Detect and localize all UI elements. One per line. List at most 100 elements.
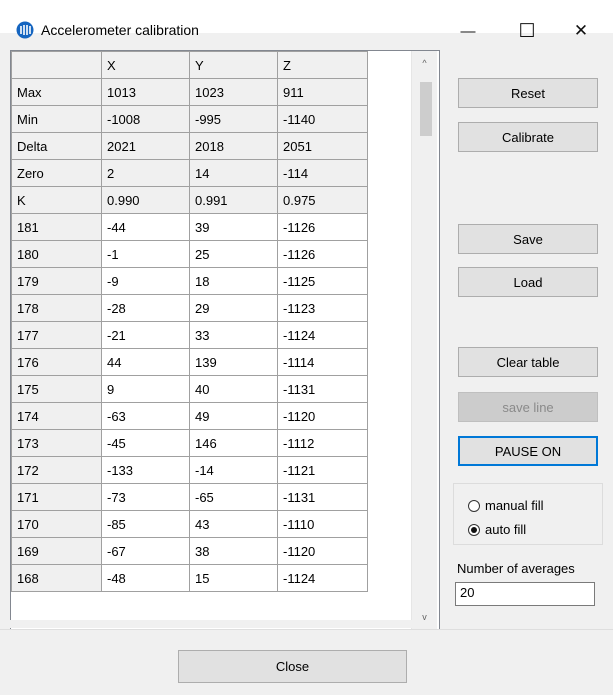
grid-cell[interactable]: 43 bbox=[189, 510, 278, 538]
load-button[interactable]: Load bbox=[458, 267, 598, 297]
grid-cell[interactable]: -14 bbox=[189, 456, 278, 484]
row-header[interactable]: 168 bbox=[11, 564, 102, 592]
row-header[interactable]: 169 bbox=[11, 537, 102, 565]
grid-cell[interactable]: -9 bbox=[101, 267, 190, 295]
row-header[interactable]: 175 bbox=[11, 375, 102, 403]
grid-cell[interactable]: -28 bbox=[101, 294, 190, 322]
grid-cell[interactable]: 18 bbox=[189, 267, 278, 295]
grid-cell[interactable]: 25 bbox=[189, 240, 278, 268]
grid-cell[interactable]: -1 bbox=[101, 240, 190, 268]
calibration-grid[interactable]: X Y Z Max 1013 1023 911 Min -1008 -995 -1140 Delta 2… bbox=[10, 50, 440, 630]
grid-cell[interactable]: 2021 bbox=[101, 132, 190, 160]
row-header[interactable]: 181 bbox=[11, 213, 102, 241]
grid-cell[interactable]: -1124 bbox=[277, 564, 368, 592]
grid-cell[interactable]: 14 bbox=[189, 159, 278, 187]
grid-cell[interactable]: -133 bbox=[101, 456, 190, 484]
grid-cell[interactable]: 1023 bbox=[189, 78, 278, 106]
grid-cell[interactable]: -1008 bbox=[101, 105, 190, 133]
row-header[interactable]: 180 bbox=[11, 240, 102, 268]
grid-cell[interactable]: 29 bbox=[189, 294, 278, 322]
vertical-scrollbar[interactable]: ^ v bbox=[411, 51, 437, 629]
column-header[interactable]: X bbox=[101, 51, 190, 79]
grid-cell[interactable]: -65 bbox=[189, 483, 278, 511]
manual-fill-radio[interactable] bbox=[468, 499, 480, 512]
grid-cell[interactable]: 39 bbox=[189, 213, 278, 241]
row-header[interactable]: Max bbox=[11, 78, 102, 106]
auto-fill-option[interactable]: auto fill bbox=[468, 522, 526, 537]
grid-cell[interactable]: -114 bbox=[277, 159, 368, 187]
grid-cell[interactable]: -45 bbox=[101, 429, 190, 457]
grid-cell[interactable]: -63 bbox=[101, 402, 190, 430]
grid-cell[interactable]: -44 bbox=[101, 213, 190, 241]
grid-cell[interactable]: -1126 bbox=[277, 240, 368, 268]
grid-cell[interactable]: 9 bbox=[101, 375, 190, 403]
column-header[interactable]: Y bbox=[189, 51, 278, 79]
grid-cell[interactable]: 33 bbox=[189, 321, 278, 349]
grid-cell[interactable]: 38 bbox=[189, 537, 278, 565]
grid-cell[interactable]: -1123 bbox=[277, 294, 368, 322]
grid-cell[interactable]: -1126 bbox=[277, 213, 368, 241]
grid-cell[interactable]: -1125 bbox=[277, 267, 368, 295]
scroll-thumb[interactable] bbox=[420, 82, 432, 136]
row-header[interactable]: 176 bbox=[11, 348, 102, 376]
grid-cell[interactable]: -1110 bbox=[277, 510, 368, 538]
clear-table-button[interactable]: Clear table bbox=[458, 347, 598, 377]
grid-cell[interactable]: 2018 bbox=[189, 132, 278, 160]
row-header[interactable]: Min bbox=[11, 105, 102, 133]
scroll-up-icon[interactable]: ^ bbox=[412, 53, 437, 73]
grid-cell[interactable]: 0.975 bbox=[277, 186, 368, 214]
row-header[interactable]: Delta bbox=[11, 132, 102, 160]
row-header[interactable]: Zero bbox=[11, 159, 102, 187]
grid-cell[interactable]: -73 bbox=[101, 483, 190, 511]
grid-cell[interactable]: -1120 bbox=[277, 537, 368, 565]
row-header[interactable]: 177 bbox=[11, 321, 102, 349]
reset-button[interactable]: Reset bbox=[458, 78, 598, 108]
grid-cell[interactable]: 15 bbox=[189, 564, 278, 592]
row-header[interactable]: K bbox=[11, 186, 102, 214]
minimize-button[interactable]: — bbox=[445, 15, 491, 47]
grid-cell[interactable]: 2051 bbox=[277, 132, 368, 160]
grid-cell[interactable]: -995 bbox=[189, 105, 278, 133]
manual-fill-option[interactable]: manual fill bbox=[468, 498, 544, 513]
row-header[interactable]: 178 bbox=[11, 294, 102, 322]
auto-fill-radio[interactable] bbox=[468, 523, 480, 536]
close-window-button[interactable]: ✕ bbox=[558, 15, 604, 47]
grid-cell[interactable]: -1131 bbox=[277, 483, 368, 511]
grid-cell[interactable]: 146 bbox=[189, 429, 278, 457]
grid-cell[interactable]: 49 bbox=[189, 402, 278, 430]
save-button[interactable]: Save bbox=[458, 224, 598, 254]
grid-cell[interactable]: 1013 bbox=[101, 78, 190, 106]
grid-cell[interactable]: 911 bbox=[277, 78, 368, 106]
column-header[interactable] bbox=[11, 51, 102, 79]
grid-cell[interactable]: 40 bbox=[189, 375, 278, 403]
averages-input[interactable]: 20 bbox=[455, 582, 595, 606]
grid-cell[interactable]: -1112 bbox=[277, 429, 368, 457]
grid-cell[interactable]: 0.990 bbox=[101, 186, 190, 214]
grid-cell[interactable]: -21 bbox=[101, 321, 190, 349]
grid-cell[interactable]: 44 bbox=[101, 348, 190, 376]
row-header[interactable]: 174 bbox=[11, 402, 102, 430]
save-line-button[interactable]: save line bbox=[458, 392, 598, 422]
pause-button[interactable]: PAUSE ON bbox=[458, 436, 598, 466]
row-header[interactable]: 172 bbox=[11, 456, 102, 484]
calibrate-button[interactable]: Calibrate bbox=[458, 122, 598, 152]
grid-cell[interactable]: -85 bbox=[101, 510, 190, 538]
grid-cell[interactable]: -48 bbox=[101, 564, 190, 592]
grid-cell[interactable]: 0.991 bbox=[189, 186, 278, 214]
row-header[interactable]: 179 bbox=[11, 267, 102, 295]
grid-cell[interactable]: -1124 bbox=[277, 321, 368, 349]
column-header[interactable]: Z bbox=[277, 51, 368, 79]
grid-cell[interactable]: -1140 bbox=[277, 105, 368, 133]
row-header[interactable]: 173 bbox=[11, 429, 102, 457]
row-header[interactable]: 171 bbox=[11, 483, 102, 511]
grid-cell[interactable]: -67 bbox=[101, 537, 190, 565]
grid-cell[interactable]: -1114 bbox=[277, 348, 368, 376]
grid-cell[interactable]: 139 bbox=[189, 348, 278, 376]
grid-cell[interactable]: 2 bbox=[101, 159, 190, 187]
maximize-button[interactable]: ☐ bbox=[504, 15, 550, 47]
grid-cell[interactable]: -1121 bbox=[277, 456, 368, 484]
grid-cell[interactable]: -1120 bbox=[277, 402, 368, 430]
grid-cell[interactable]: -1131 bbox=[277, 375, 368, 403]
horizontal-scrollbar[interactable] bbox=[10, 620, 437, 628]
row-header[interactable]: 170 bbox=[11, 510, 102, 538]
